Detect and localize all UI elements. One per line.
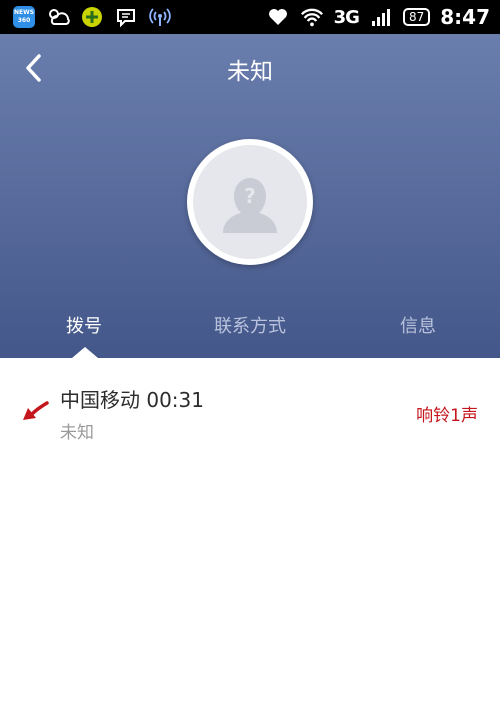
call-log-list: 中国移动 00:31 未知 响铃1声 — [0, 358, 500, 448]
message-icon — [114, 5, 138, 29]
battery-icon: 87 — [402, 8, 431, 26]
network-type: 3G — [333, 6, 360, 28]
call-log-item[interactable]: 中国移动 00:31 未知 响铃1声 — [0, 358, 500, 448]
unknown-person-icon: ? — [223, 178, 277, 233]
hotspot-icon — [148, 5, 172, 29]
contact-header: 未知 ? 拨号 联系方式 信息 — [0, 34, 500, 358]
status-bar: NEWS 360 3G 87 8:47 — [0, 0, 500, 34]
wifi-icon — [300, 5, 324, 29]
avatar-inner: ? — [193, 145, 307, 259]
clock: 8:47 — [440, 5, 490, 29]
status-bar-right: 3G 87 8:47 — [266, 5, 490, 29]
news-app-icon: NEWS 360 — [12, 5, 36, 29]
svg-text:?: ? — [244, 184, 256, 208]
heart-icon — [266, 5, 290, 29]
tab-contact-info[interactable]: 联系方式 — [190, 312, 310, 358]
call-carrier-duration: 中国移动 00:31 — [60, 388, 204, 412]
active-tab-indicator — [72, 347, 98, 358]
page-title: 未知 — [227, 59, 273, 85]
status-bar-left: NEWS 360 — [12, 5, 172, 29]
missed-call-arrow-icon — [23, 401, 49, 420]
screen: NEWS 360 3G 87 8:47 未知 ? 拨号 联系方式 信息 中国移动… — [0, 0, 500, 711]
tab-messages[interactable]: 信息 — [378, 312, 458, 358]
plus-app-icon — [80, 5, 104, 29]
avatar[interactable]: ? — [187, 139, 313, 265]
call-subtitle: 未知 — [60, 423, 94, 443]
call-ring-status: 响铃1声 — [416, 406, 478, 426]
signal-icon — [369, 5, 393, 29]
battery-level: 87 — [408, 10, 425, 24]
weather-icon — [46, 5, 70, 29]
